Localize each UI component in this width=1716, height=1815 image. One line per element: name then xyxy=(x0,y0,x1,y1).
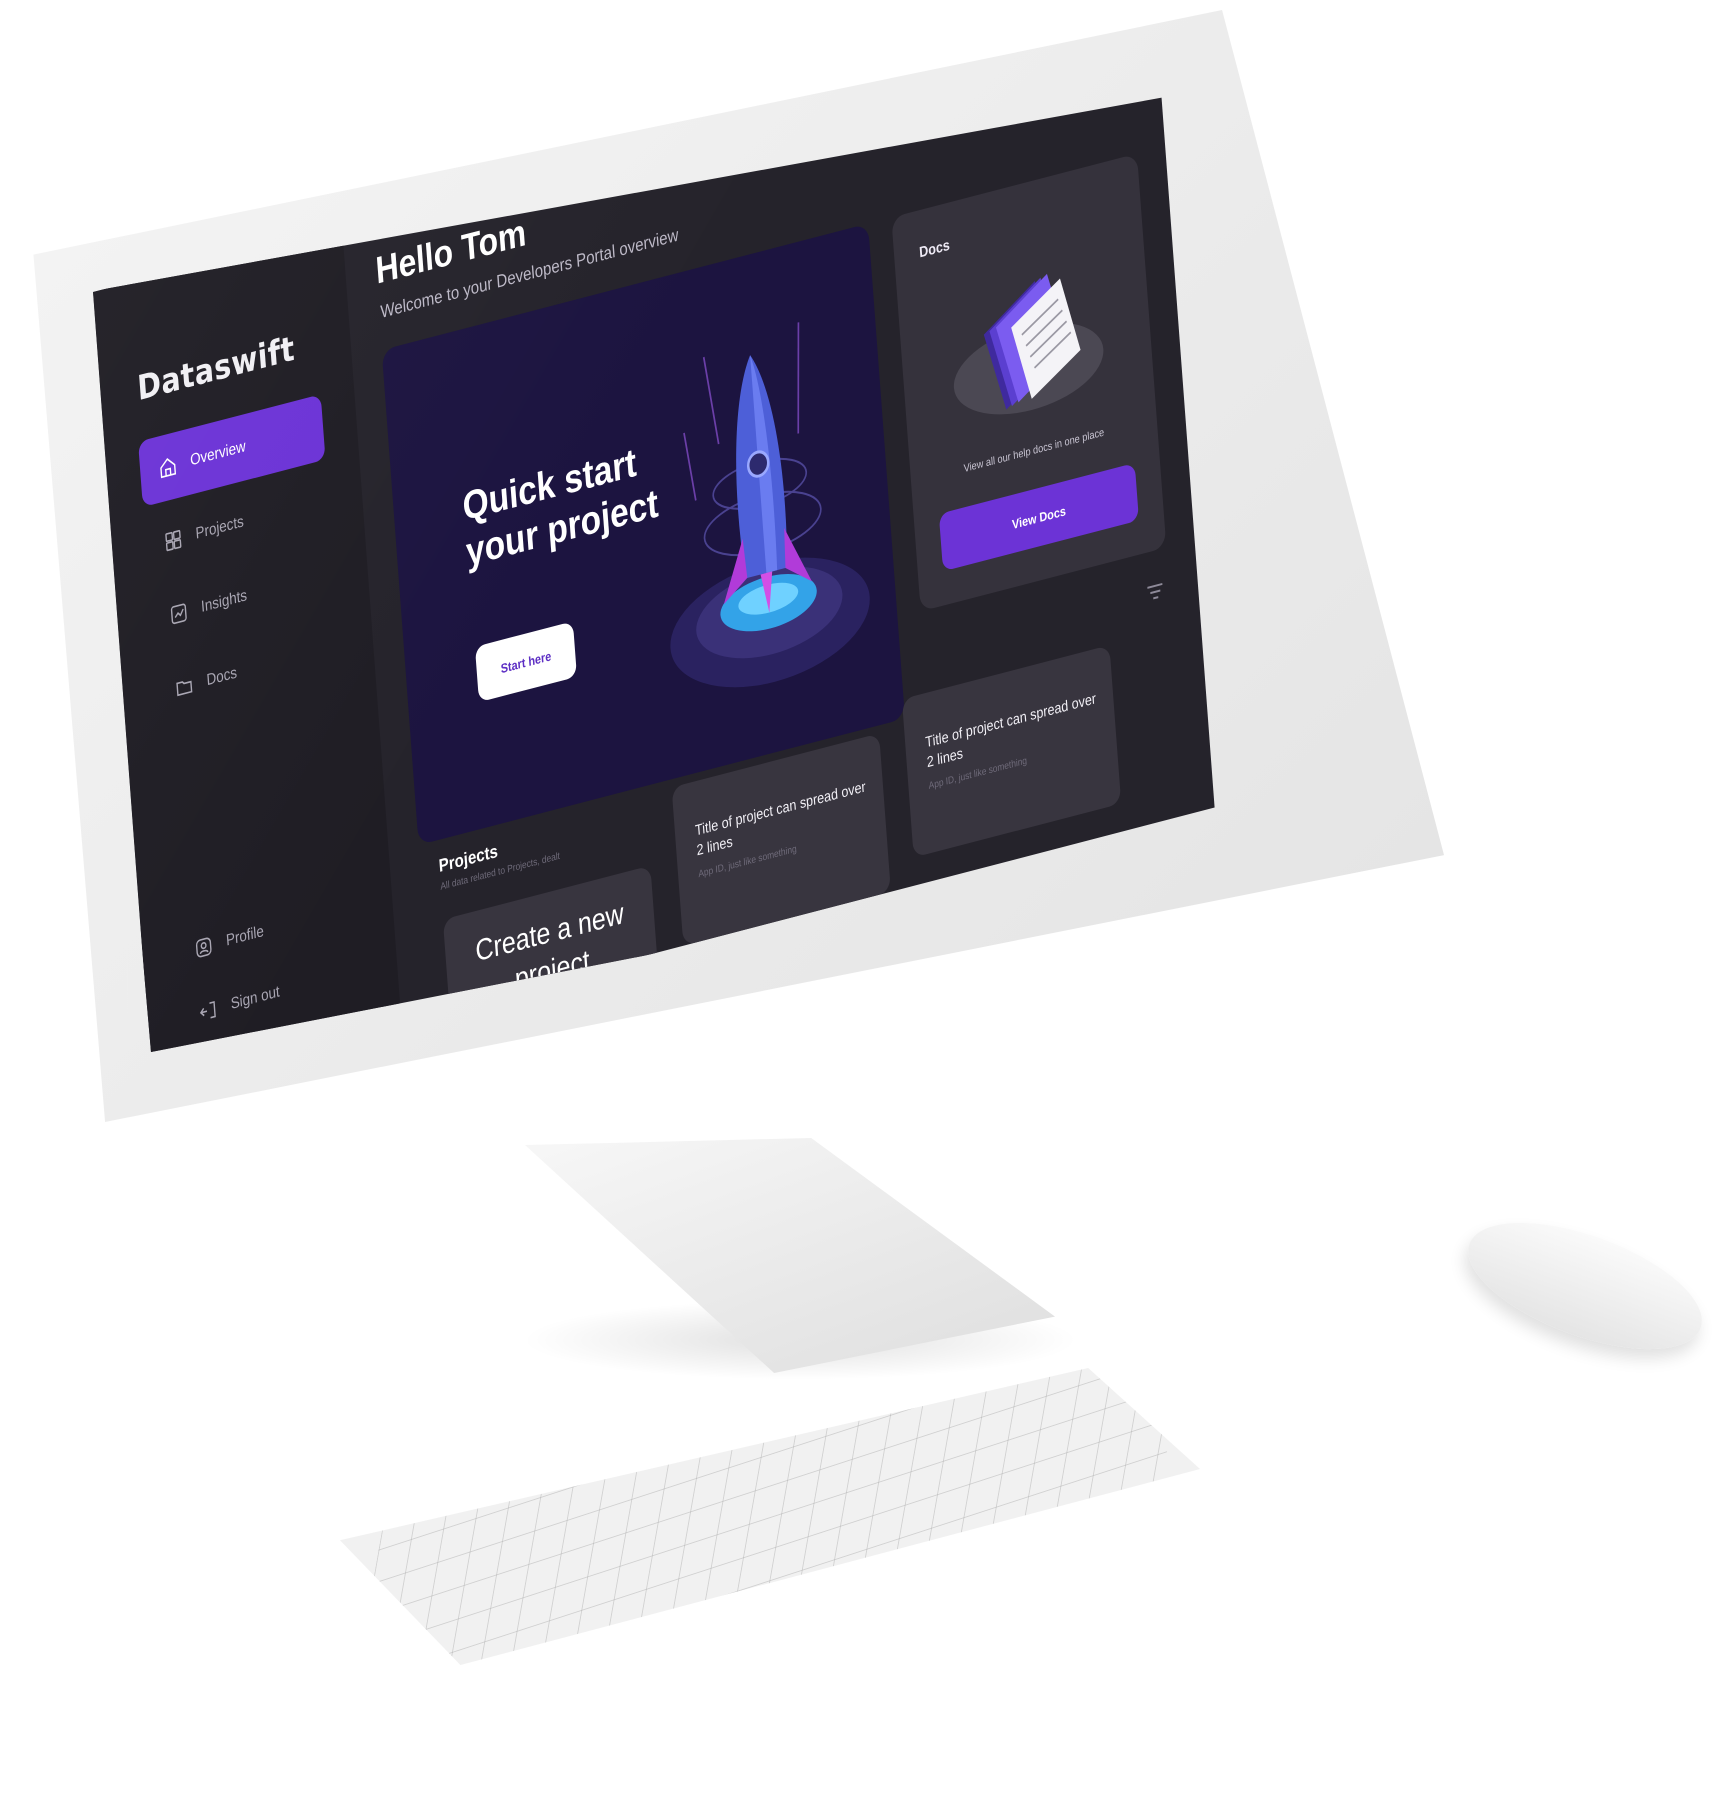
sidebar-nav: Overview Projects Insights Docs xyxy=(138,394,343,735)
brand-logo[interactable]: Dataswift xyxy=(136,329,296,409)
chart-icon xyxy=(170,603,187,625)
user-icon xyxy=(195,937,212,958)
desktop-scene: Dataswift Overview Projects Insights Doc… xyxy=(0,0,1716,1665)
docs-card-label: Docs xyxy=(918,236,951,262)
mouse xyxy=(1452,1196,1716,1376)
folder-icon xyxy=(176,680,193,697)
rocket-illustration xyxy=(670,322,870,688)
start-here-button[interactable]: Start here xyxy=(474,621,577,703)
home-icon xyxy=(160,458,177,479)
sidebar-item-label: Insights xyxy=(200,587,248,616)
sidebar-item-label: Sign out xyxy=(230,983,281,1013)
docs-card: Docs View all our help docs in one place xyxy=(891,153,1167,612)
grid-icon xyxy=(165,529,182,552)
sidebar-item-label: Docs xyxy=(206,664,238,690)
view-docs-button[interactable]: View Docs xyxy=(938,462,1139,572)
sign-out-icon xyxy=(199,1000,216,1019)
keyboard xyxy=(340,1368,1200,1665)
filter-icon[interactable] xyxy=(1146,581,1166,604)
documents-illustration xyxy=(953,273,1104,415)
quick-start-title: Quick start your project xyxy=(461,440,660,575)
brand-name: Dataswift xyxy=(136,328,297,410)
sidebar-item-label: Overview xyxy=(189,438,247,470)
project-card[interactable]: Title of project can spread over 2 lines… xyxy=(901,645,1122,858)
sidebar-item-label: Profile xyxy=(225,922,265,950)
sidebar-item-label: Projects xyxy=(195,513,245,543)
